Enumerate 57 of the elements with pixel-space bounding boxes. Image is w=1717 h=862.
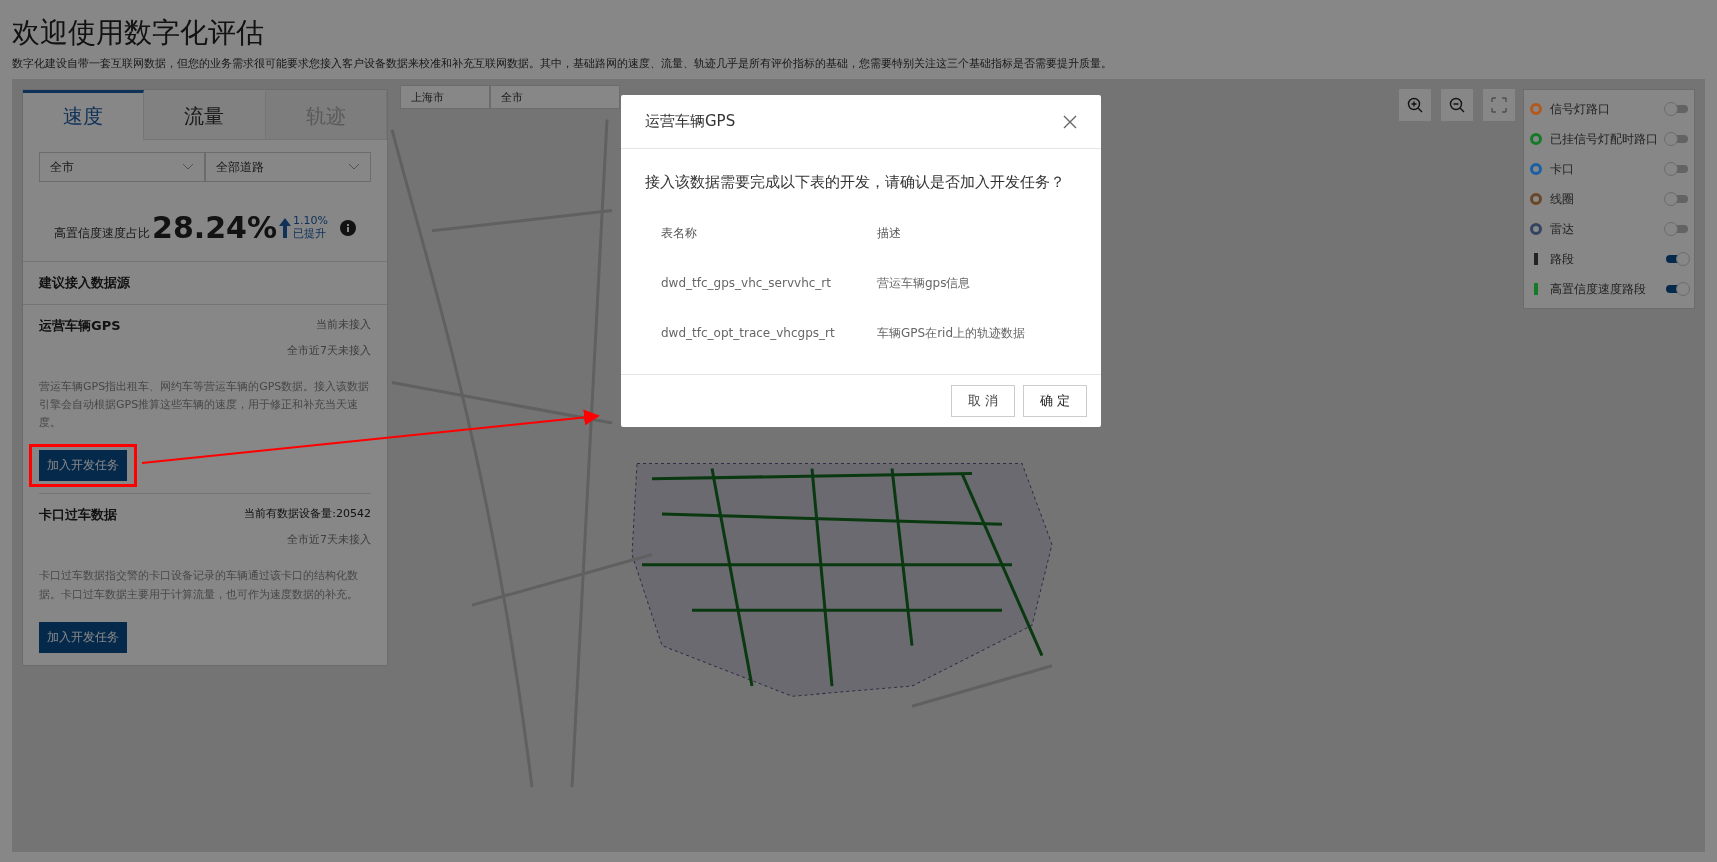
column-header: 描述 [877, 224, 902, 242]
table-cell-text: 营运车辆gps信息 [877, 274, 972, 292]
page-title: 欢迎使用数字化评估 [12, 15, 265, 51]
close-icon[interactable] [1063, 114, 1077, 129]
source-note: 全市近7天未接入 [286, 343, 371, 358]
source-status: 当前未接入 [316, 317, 371, 333]
change-value: 1.10% [293, 215, 328, 228]
dialog-title: 运营车辆GPS [645, 112, 736, 131]
map-dropdown[interactable]: 全市 [490, 85, 620, 109]
column-header: 表名称 [661, 224, 698, 242]
source-name: 卡口过车数据 [39, 506, 117, 525]
source-status: 当前有数据设备量:20542 [244, 506, 371, 523]
legend-label: 线圈 [1550, 190, 1575, 208]
toggle-switch[interactable] [1666, 105, 1688, 113]
dropdown[interactable]: 全部道路 [205, 152, 371, 182]
dropdown-value: 全部道路 [216, 158, 264, 176]
table-cell-text: dwd_tfc_gps_vhc_servvhc_rt [661, 275, 832, 293]
legend-label: 高置信度速度路段 [1550, 280, 1647, 298]
legend-label: 已挂信号灯配时路口 [1550, 130, 1658, 148]
zoom-out-button[interactable] [1441, 89, 1473, 121]
chevron-down-icon [182, 163, 194, 171]
legend-label: 信号灯路口 [1550, 100, 1611, 118]
source-note: 全市近7天未接入 [286, 532, 371, 548]
map-dropdown[interactable]: 上海市 [400, 85, 490, 109]
dropdown-value: 全市 [50, 158, 74, 176]
add-task-button[interactable]: 加入开发任务 [39, 621, 127, 653]
info-icon [339, 219, 356, 236]
metric-value: 28.24% [152, 210, 277, 245]
toggle-switch[interactable] [1666, 225, 1688, 233]
zoom-out-icon [1449, 97, 1465, 113]
zoom-in-button[interactable] [1399, 89, 1431, 121]
tab[interactable]: 流量 [144, 90, 266, 140]
metric-label: 高置信度速度占比 [54, 225, 151, 242]
table-cell-text: 车辆GPS在rid上的轨迹数据 [877, 324, 1027, 342]
toggle-switch[interactable] [1666, 165, 1688, 173]
up-arrow-icon [279, 217, 291, 238]
fullscreen-icon [1491, 97, 1507, 113]
tab[interactable]: 速度 [23, 90, 145, 140]
fullscreen-button[interactable] [1483, 89, 1515, 121]
confirm-button[interactable]: 确 定 [1023, 385, 1087, 418]
toggle-switch[interactable] [1666, 135, 1688, 143]
change-note: 已提升 [293, 227, 327, 240]
legend-label: 路段 [1550, 250, 1575, 268]
dropdown[interactable]: 全市 [39, 152, 205, 182]
toggle-switch[interactable] [1666, 285, 1688, 293]
legend-label: 卡口 [1550, 160, 1575, 178]
cancel-button[interactable]: 取 消 [951, 385, 1015, 418]
chevron-down-icon [348, 163, 360, 171]
source-name: 运营车辆GPS [39, 317, 121, 335]
section-title: 建议接入数据源 [23, 262, 387, 305]
add-task-button[interactable]: 加入开发任务 [39, 450, 127, 482]
zoom-in-icon [1407, 97, 1423, 113]
toggle-switch[interactable] [1666, 255, 1688, 263]
table-cell-text: dwd_tfc_opt_trace_vhcgps_rt [661, 325, 836, 343]
toggle-switch[interactable] [1666, 195, 1688, 203]
dialog-message: 接入该数据需要完成以下表的开发，请确认是否加入开发任务？ [645, 172, 1066, 193]
legend-label: 雷达 [1550, 220, 1575, 238]
